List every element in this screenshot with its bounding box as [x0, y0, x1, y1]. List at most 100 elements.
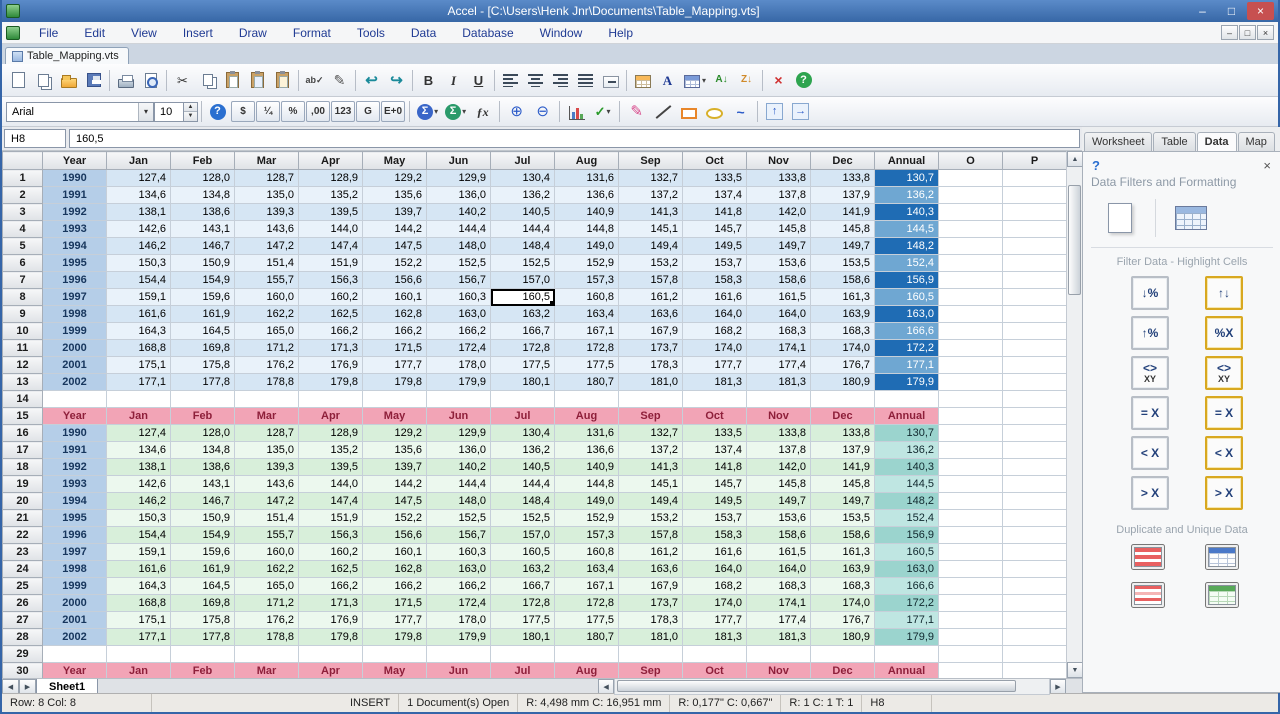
cell[interactable]: 145,7 — [683, 221, 747, 238]
cell[interactable] — [1003, 357, 1067, 374]
cell[interactable]: 151,4 — [235, 510, 299, 527]
cell[interactable]: 148,4 — [491, 238, 555, 255]
cell[interactable]: 167,1 — [555, 323, 619, 340]
cell[interactable]: 153,5 — [811, 255, 875, 272]
cell[interactable] — [939, 289, 1003, 306]
cell[interactable]: 156,7 — [427, 272, 491, 289]
cell[interactable]: 177,5 — [491, 612, 555, 629]
new-filter-sheet-button[interactable] — [1097, 197, 1143, 239]
row-header-2[interactable]: 2 — [3, 187, 43, 204]
chevron-down-icon[interactable]: ▾ — [138, 103, 153, 121]
cell[interactable] — [939, 391, 1003, 408]
cell[interactable]: 1998 — [43, 306, 107, 323]
cell[interactable] — [555, 646, 619, 663]
row-header-1[interactable]: 1 — [3, 170, 43, 187]
sheet-forward-button[interactable]: → — [788, 99, 813, 124]
cell[interactable]: 171,5 — [363, 595, 427, 612]
cell[interactable]: 157,3 — [555, 527, 619, 544]
cell[interactable]: 163,0 — [875, 306, 939, 323]
cell[interactable]: 150,3 — [107, 510, 171, 527]
cell[interactable] — [1003, 289, 1067, 306]
cell[interactable]: 139,5 — [299, 459, 363, 476]
cell[interactable] — [939, 425, 1003, 442]
col-header-dec[interactable]: Dec — [811, 152, 875, 170]
cell[interactable] — [107, 391, 171, 408]
cell[interactable]: 164,0 — [683, 561, 747, 578]
cell[interactable]: 140,2 — [427, 459, 491, 476]
menu-format[interactable]: Format — [280, 23, 344, 43]
cell[interactable] — [1003, 612, 1067, 629]
cell[interactable] — [747, 646, 811, 663]
cell[interactable] — [1003, 187, 1067, 204]
cut-button[interactable]: ✂ — [170, 68, 195, 93]
cell[interactable]: 169,8 — [171, 340, 235, 357]
cell[interactable]: Mar — [235, 663, 299, 679]
cell[interactable]: 137,9 — [811, 187, 875, 204]
cell[interactable]: 145,7 — [683, 476, 747, 493]
horizontal-scroll-thumb[interactable] — [617, 680, 1016, 692]
cell[interactable]: 161,5 — [747, 289, 811, 306]
row-header-15[interactable]: 15 — [3, 408, 43, 425]
cell[interactable]: 161,9 — [171, 306, 235, 323]
cell[interactable]: 163,9 — [811, 561, 875, 578]
cell[interactable]: 177,7 — [683, 612, 747, 629]
cell[interactable]: 177,4 — [747, 357, 811, 374]
cell[interactable] — [1003, 459, 1067, 476]
autosum-list-button[interactable]: Σ▾ — [442, 99, 469, 124]
cell[interactable]: 149,0 — [555, 493, 619, 510]
cell[interactable]: 161,2 — [619, 544, 683, 561]
insert-text-button[interactable]: A — [655, 68, 680, 93]
cell[interactable] — [299, 391, 363, 408]
col-header-jul[interactable]: Jul — [491, 152, 555, 170]
col-header-sep[interactable]: Sep — [619, 152, 683, 170]
cell[interactable]: 177,8 — [171, 374, 235, 391]
cell[interactable] — [491, 646, 555, 663]
cell[interactable] — [1003, 476, 1067, 493]
cell[interactable]: 156,6 — [363, 272, 427, 289]
cell[interactable]: 137,2 — [619, 187, 683, 204]
open-folder-button[interactable] — [56, 68, 81, 93]
cell[interactable]: 179,8 — [363, 374, 427, 391]
row-header-9[interactable]: 9 — [3, 306, 43, 323]
cell[interactable]: 160,5 — [875, 544, 939, 561]
cell[interactable]: Year — [43, 408, 107, 425]
row-header-17[interactable]: 17 — [3, 442, 43, 459]
cell[interactable]: 174,0 — [811, 340, 875, 357]
cell[interactable]: 160,5 — [491, 544, 555, 561]
menu-insert[interactable]: Insert — [170, 23, 226, 43]
print-button[interactable] — [113, 68, 138, 93]
cell[interactable]: 172,8 — [491, 595, 555, 612]
cell[interactable]: 156,7 — [427, 527, 491, 544]
cell[interactable]: 144,5 — [875, 476, 939, 493]
cell[interactable]: 157,0 — [491, 527, 555, 544]
cell[interactable]: 163,6 — [619, 306, 683, 323]
cell[interactable]: 161,6 — [683, 289, 747, 306]
cell[interactable]: 150,9 — [171, 510, 235, 527]
cell[interactable] — [1003, 425, 1067, 442]
draw-curve-button[interactable]: ~ — [728, 99, 753, 124]
cell[interactable]: 177,8 — [171, 629, 235, 646]
cell[interactable]: May — [363, 663, 427, 679]
cell[interactable] — [939, 255, 1003, 272]
zoom-out-button[interactable]: ⊖ — [530, 99, 555, 124]
cell[interactable]: 177,7 — [683, 357, 747, 374]
cell[interactable] — [939, 408, 1003, 425]
cell[interactable]: 145,8 — [747, 476, 811, 493]
cell[interactable]: 127,4 — [107, 425, 171, 442]
menu-file[interactable]: File — [26, 23, 71, 43]
cell[interactable]: 141,8 — [683, 459, 747, 476]
merge-center-button[interactable] — [598, 68, 623, 93]
cell[interactable] — [1003, 544, 1067, 561]
row-header-19[interactable]: 19 — [3, 476, 43, 493]
cell[interactable]: 149,4 — [619, 493, 683, 510]
cell[interactable]: 136,6 — [555, 442, 619, 459]
cell[interactable]: 160,1 — [363, 544, 427, 561]
cell[interactable]: 131,6 — [555, 425, 619, 442]
cell[interactable]: 156,3 — [299, 272, 363, 289]
cell[interactable]: 138,6 — [171, 204, 235, 221]
cell[interactable]: 137,9 — [811, 442, 875, 459]
cell[interactable]: 176,9 — [299, 357, 363, 374]
cell[interactable]: 1991 — [43, 187, 107, 204]
cell[interactable]: 180,1 — [491, 374, 555, 391]
row-header-29[interactable]: 29 — [3, 646, 43, 663]
